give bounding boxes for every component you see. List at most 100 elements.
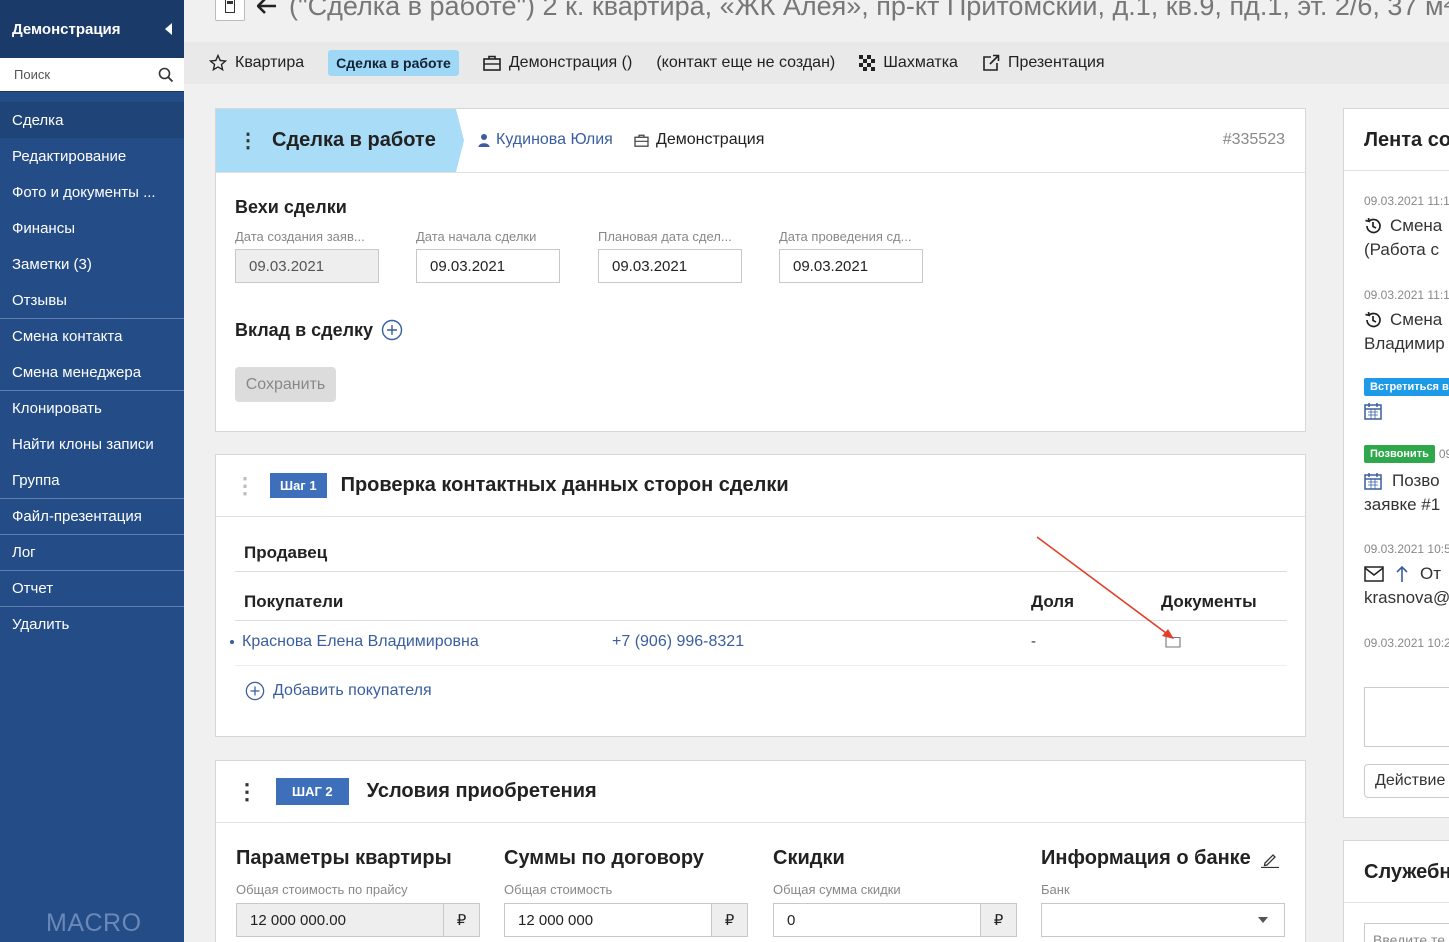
price-list-total-field: 12 000 000.00 ₽ [236,903,480,937]
nav-chess[interactable]: Шахматка [859,54,958,72]
activity-feed-panel: Лента со 09.03.2021 11:1 Смена (Работа с… [1343,108,1449,818]
record-nav-bar: Квартира Сделка в работе Демонстрация ()… [184,42,1449,84]
contract-sums-title: Суммы по договору [504,847,704,869]
sidebar-item-report[interactable]: Отчет [0,570,184,606]
feed-entry-text: Смена [1390,216,1443,235]
calendar-icon [1364,473,1382,490]
brand-logo: MACRO [46,909,142,937]
meet-tag: Встретиться в с [1364,378,1449,396]
sidebar-item-clone[interactable]: Клонировать [0,390,184,426]
sidebar-item-change-manager[interactable]: Смена менеджера [0,354,184,390]
assignee-name: Кудинова Юлия [496,131,613,148]
service-title: Служебн [1344,841,1449,903]
divider [235,665,1287,666]
comment-input[interactable] [1364,687,1449,747]
feed-entry: Встретиться в с [1364,377,1449,425]
search-icon[interactable] [158,67,174,83]
feed-entry-line: От [1364,564,1449,584]
nav-presentation-label: Презентация [1007,54,1105,71]
discount-total-label: Общая сумма скидки [773,882,901,897]
collapse-sidebar-icon[interactable] [165,23,172,35]
discounts-group: Скидки Общая сумма скидки 0 ₽ [773,847,1017,937]
discount-total-field[interactable]: 0 ₽ [773,903,1017,937]
history-icon [1365,311,1381,328]
arrow-left-icon[interactable] [257,0,277,14]
more-vertical-icon[interactable]: ⋮ [238,131,258,151]
back-button[interactable] [215,0,245,21]
discount-total-value: 0 [787,911,796,929]
page-title: ("Сделка в работе") 2 к. квартира, «ЖК А… [289,0,1449,21]
sidebar-item-deal[interactable]: Сделка [0,102,184,138]
sidebar-item-delete[interactable]: Удалить [0,606,184,642]
demo-label: Демонстрация [656,131,765,148]
add-contribution-icon[interactable] [381,319,403,341]
status-badge[interactable]: Сделка в работе [328,50,459,76]
sidebar-header[interactable]: Демонстрация [0,0,184,58]
sidebar-item-change-contact[interactable]: Смена контакта [0,318,184,354]
add-buyer-label: Добавить покупателя [273,682,432,699]
feed-entry: 09.03.2021 11:1 Смена (Работа с [1364,194,1449,260]
add-buyer-button[interactable]: Добавить покупателя [245,681,432,701]
nav-apartment[interactable]: Квартира [209,54,304,72]
demo-link[interactable]: Демонстрация [634,131,764,149]
sidebar-item-edit[interactable]: Редактирование [0,138,184,174]
sidebar: Демонстрация Поиск Сделка Редактирование… [0,0,184,942]
feed-entry-text: (Работа с [1364,240,1439,259]
sidebar-menu: Сделка Редактирование Фото и документы .… [0,102,184,642]
nav-chess-label: Шахматка [883,54,958,71]
sidebar-item-photos-docs[interactable]: Фото и документы ... [0,174,184,210]
apartment-params-group: Параметры квартиры Общая стоимость по пр… [236,847,480,937]
buyer-phone-link[interactable]: +7 (906) 996-8321 [612,633,744,651]
feed-entry-text: заявке #1 [1364,495,1441,514]
date-planned-field[interactable]: 09.03.2021 [598,249,742,283]
more-vertical-icon[interactable]: ⋮ [236,780,258,803]
contract-sums-group: Суммы по договору Общая стоимость 12 000… [504,847,748,937]
sidebar-item-notes[interactable]: Заметки (3) [0,246,184,282]
step1-panel: ⋮ Шаг 1 Проверка контактных данных сторо… [215,454,1306,737]
buyer-name-link[interactable]: Краснова Елена Владимировна [242,633,479,651]
sidebar-item-log[interactable]: Лог [0,534,184,570]
nav-presentation[interactable]: Презентация [982,54,1105,72]
sidebar-item-finance[interactable]: Финансы [0,210,184,246]
date-held-field[interactable]: 09.03.2021 [779,249,923,283]
feed-entry-text: Владимир [1364,334,1445,353]
sidebar-item-find-clones[interactable]: Найти клоны записи [0,426,184,462]
feed-title: Лента со [1344,109,1449,171]
calendar-icon [1364,403,1382,420]
date-created-group: Дата создания заяв... 09.03.2021 [235,229,380,283]
step2-panel: ⋮ ШАГ 2 Условия приобретения Параметры к… [215,760,1306,942]
date-start-label: Дата начала сделки [416,229,537,244]
feed-entry-text: От [1420,564,1442,583]
action-button[interactable]: Действие [1364,764,1449,798]
deal-status-label: Сделка в работе [272,129,436,151]
sidebar-item-presentation-file[interactable]: Файл-презентация [0,498,184,534]
annotation-arrow [1036,536,1174,639]
price-list-total-value: 12 000 000.00 [250,911,346,929]
service-text-input[interactable]: Введите те [1364,923,1449,942]
sidebar-item-group[interactable]: Группа [0,462,184,498]
sidebar-item-reviews[interactable]: Отзывы [0,282,184,318]
bank-select[interactable] [1041,903,1285,937]
service-panel: Служебн Введите те [1343,840,1449,942]
feed-entry-date: 09 [1438,447,1449,461]
feed-entry-text: krasnova@ [1364,588,1449,607]
step1-badge: Шаг 1 [270,473,327,498]
drag-handle-icon[interactable]: ⋮ [234,474,256,497]
deal-status-tab: ⋮ Сделка в работе [216,109,464,172]
nav-demonstration[interactable]: Демонстрация () [483,54,632,72]
total-cost-field[interactable]: 12 000 000 ₽ [504,903,748,937]
nav-contact-note[interactable]: (контакт еще не создан) [656,54,835,72]
contribution-row: Вклад в сделку [235,319,403,341]
date-start-field[interactable]: 09.03.2021 [416,249,560,283]
bank-info-title: Информация о банке [1041,847,1251,869]
edit-pencil-icon[interactable] [1260,850,1279,868]
assignee-link[interactable]: Кудинова Юлия [478,131,613,149]
save-button[interactable]: Сохранить [235,367,336,402]
price-list-total-label: Общая стоимость по прайсу [236,882,408,897]
contribution-title: Вклад в сделку [235,319,374,340]
step1-title: Проверка контактных данных сторон сделки [340,474,789,496]
feed-entry-text: Смена [1390,310,1443,329]
sidebar-search-input[interactable]: Поиск [0,58,184,92]
apartment-params-title: Параметры квартиры [236,847,452,869]
bullet-icon [230,640,234,644]
